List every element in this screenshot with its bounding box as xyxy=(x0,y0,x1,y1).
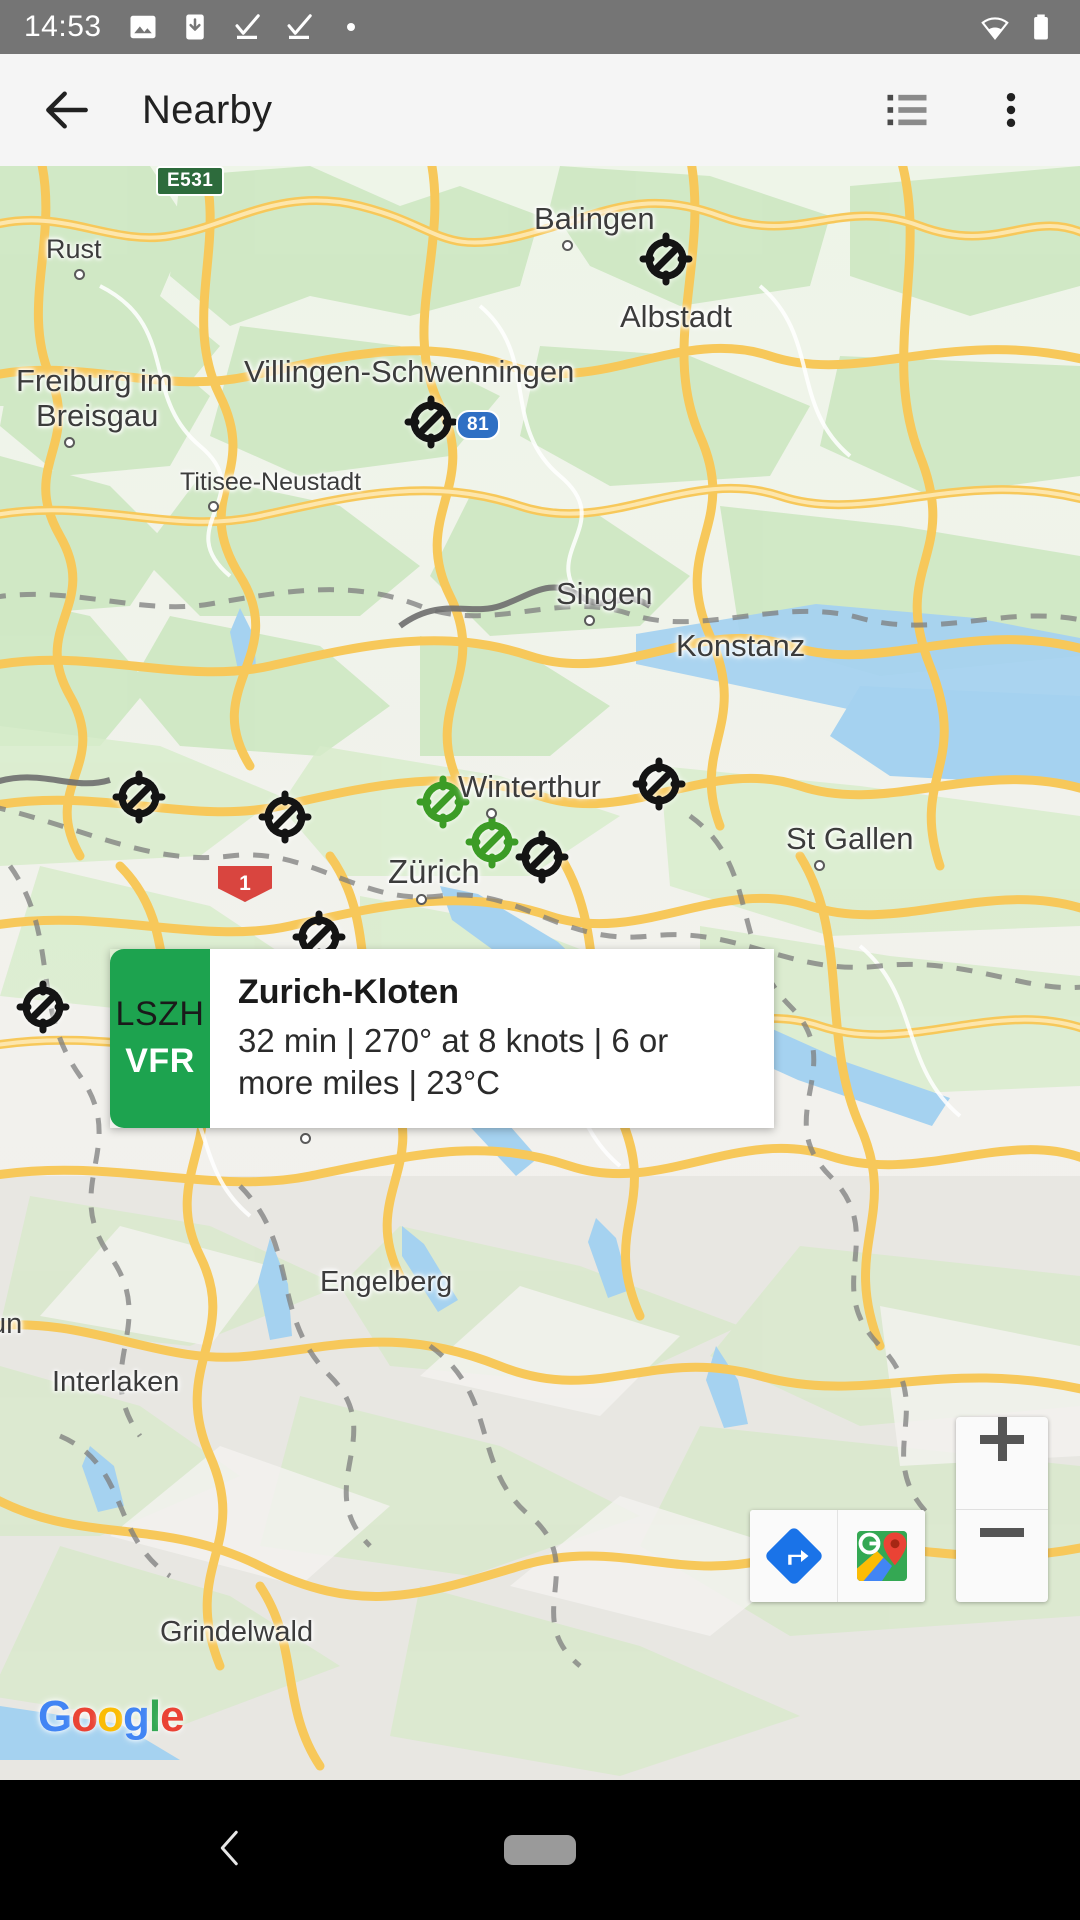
google-logo-letter: G xyxy=(38,1692,72,1741)
nav-home-pill[interactable] xyxy=(504,1835,576,1865)
airport-name: Zurich-Kloten xyxy=(238,973,459,1011)
google-logo-letter: o xyxy=(71,1692,98,1741)
google-maps-icon xyxy=(856,1531,907,1581)
status-bar-system-icons xyxy=(980,12,1056,42)
airport-marker[interactable] xyxy=(511,826,573,888)
airport-marker[interactable] xyxy=(254,786,316,848)
zoom-out-button[interactable] xyxy=(956,1510,1048,1602)
download-to-phone-icon xyxy=(185,14,204,40)
plus-icon xyxy=(980,1417,1024,1509)
map-place-dot xyxy=(208,501,219,512)
wifi-icon xyxy=(981,17,1009,40)
airport-info-card[interactable]: LSZH VFR Zurich-Kloten 32 min | 270° at … xyxy=(110,949,774,1128)
map-place-dot xyxy=(416,894,427,905)
dot-icon xyxy=(346,23,355,31)
google-attribution: Google xyxy=(38,1692,185,1742)
directions-icon xyxy=(765,1528,822,1584)
airport-badge: LSZH VFR xyxy=(110,949,210,1128)
status-bar-clock: 14:53 xyxy=(24,10,102,43)
task-done-icon xyxy=(287,14,312,39)
map-canvas[interactable]: E53181 123 RustBalingenAlbstadtFreiburg … xyxy=(0,166,1080,1780)
road-shield: E531 xyxy=(156,166,225,196)
map-action-bar xyxy=(750,1510,925,1602)
map-place-dot xyxy=(300,1133,311,1144)
status-bar-notification-icons xyxy=(128,12,366,42)
google-logo-letter: e xyxy=(160,1692,185,1741)
directions-button[interactable] xyxy=(750,1510,837,1602)
map-place-dot xyxy=(486,808,497,819)
map-place-dot xyxy=(814,860,825,871)
minus-icon xyxy=(980,1510,1024,1602)
airport-flight-rules: VFR xyxy=(125,1042,195,1081)
task-done-icon xyxy=(235,14,260,39)
airport-marker[interactable] xyxy=(635,228,697,290)
phone-screen: 14:53 Nearby E531 81 1 Rust Balingen Alb… xyxy=(0,0,1080,1920)
map-place-dot xyxy=(562,240,573,251)
page-title: Nearby xyxy=(142,87,273,132)
back-button[interactable] xyxy=(32,75,102,145)
back-arrow-icon xyxy=(46,91,88,129)
zoom-in-button[interactable] xyxy=(956,1417,1048,1509)
overflow-menu-icon xyxy=(1006,92,1016,128)
android-navigation-bar xyxy=(0,1780,1080,1920)
status-bar: 14:53 xyxy=(0,0,1080,54)
airport-marker[interactable] xyxy=(12,976,74,1038)
airport-info-body: Zurich-Kloten 32 min | 270° at 8 knots |… xyxy=(210,949,774,1128)
google-logo-letter: l xyxy=(148,1692,161,1741)
airport-marker[interactable] xyxy=(108,766,170,828)
app-bar: Nearby xyxy=(0,54,1080,166)
airport-conditions: 32 min | 270° at 8 knots | 6 or more mil… xyxy=(238,1021,669,1101)
list-view-button[interactable] xyxy=(870,73,944,147)
open-google-maps-button[interactable] xyxy=(838,1510,925,1602)
road-shield: 81 xyxy=(456,410,501,440)
image-icon xyxy=(130,15,156,39)
airport-marker[interactable] xyxy=(628,753,690,815)
airport-icao-code: LSZH xyxy=(115,995,205,1034)
list-view-icon xyxy=(887,94,927,126)
map-place-dot xyxy=(64,437,75,448)
airport-marker[interactable] xyxy=(400,391,462,453)
google-logo-letter: o xyxy=(97,1692,124,1741)
nav-back-button[interactable] xyxy=(210,1820,252,1881)
map-place-dot xyxy=(74,269,85,280)
google-logo-letter: g xyxy=(123,1692,150,1741)
map-zoom-controls xyxy=(956,1417,1048,1602)
app-bar-actions xyxy=(870,73,1048,147)
nav-back-icon xyxy=(220,1830,238,1865)
battery-icon xyxy=(1034,14,1048,40)
map-place-dot xyxy=(584,615,595,626)
overflow-menu-button[interactable] xyxy=(974,73,1048,147)
